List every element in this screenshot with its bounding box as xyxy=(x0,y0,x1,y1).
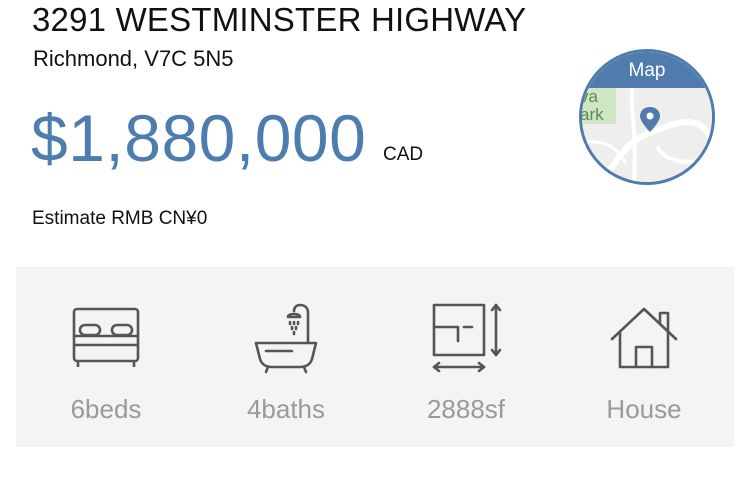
feature-label-beds: 6beds xyxy=(70,394,142,424)
city-postal: Richmond, V7C 5N5 xyxy=(33,46,234,71)
feature-area: 2888sf xyxy=(376,267,556,447)
feature-type: House xyxy=(554,267,734,447)
floor-plan-icon xyxy=(432,303,502,373)
price-estimate: Estimate RMB CN¥0 xyxy=(32,208,208,229)
property-features: 6beds 4baths 2888sf House xyxy=(16,267,734,447)
park-label: va xyxy=(582,87,599,106)
feature-baths: 4baths xyxy=(196,267,376,447)
feature-beds: 6beds xyxy=(16,267,196,447)
address-title: 3291 WESTMINSTER HIGHWAY xyxy=(32,1,527,38)
bathtub-icon xyxy=(254,303,318,374)
map-button[interactable]: va ark Map xyxy=(579,49,715,185)
bed-icon xyxy=(72,307,140,367)
feature-label-area: 2888sf xyxy=(426,394,506,424)
price-currency: CAD xyxy=(383,144,424,165)
map-label: Map xyxy=(582,52,712,88)
park-label-2: ark xyxy=(582,105,604,124)
price: $1,880,000 xyxy=(31,101,367,175)
house-icon xyxy=(610,307,678,369)
feature-label-type: House xyxy=(606,394,682,424)
feature-label-baths: 4baths xyxy=(246,394,326,424)
